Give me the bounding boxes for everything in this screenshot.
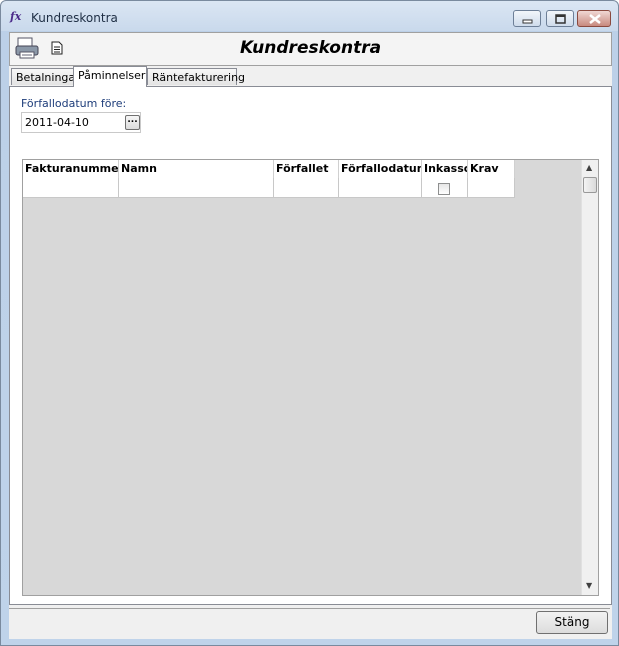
tab-betalningar[interactable]: Betalningar xyxy=(11,68,80,85)
tab-rantefakturering[interactable]: Räntefakturering xyxy=(147,68,245,85)
cell-inkasso xyxy=(422,178,468,198)
column-header-krav[interactable]: Krav xyxy=(468,160,515,178)
maximize-icon xyxy=(555,14,566,24)
column-header-forfallodatum[interactable]: Förfallodatum xyxy=(339,160,422,178)
column-header-fakturanummer[interactable]: Fakturanummer xyxy=(23,160,119,178)
scroll-up-icon[interactable]: ▲ xyxy=(586,163,592,172)
scroll-down-icon[interactable]: ▼ xyxy=(586,581,592,590)
date-picker-button[interactable]: ... xyxy=(125,115,140,130)
app-logo-icon: fx xyxy=(10,10,22,23)
tab-paminnelser[interactable]: Påminnelser xyxy=(73,66,147,87)
cell-forfallet[interactable] xyxy=(274,178,339,198)
maximize-button[interactable] xyxy=(546,10,574,27)
inkasso-checkbox[interactable] xyxy=(438,183,450,195)
column-header-namn[interactable]: Namn xyxy=(119,160,274,178)
close-icon xyxy=(589,14,601,24)
page-title: Kundreskontra xyxy=(239,38,382,58)
reminders-panel: Förfallodatum före: 2011-04-10 ... Faktu… xyxy=(9,86,612,605)
cell-krav[interactable] xyxy=(468,178,515,198)
app-window: fx Kundreskontra Kundreskontra Betalning… xyxy=(0,0,619,646)
minimize-button[interactable] xyxy=(513,10,541,27)
cell-forfallodatum[interactable] xyxy=(339,178,422,198)
column-header-inkasso[interactable]: Inkasso xyxy=(422,160,468,178)
close-window-button[interactable] xyxy=(577,10,611,27)
reminders-grid[interactable]: Fakturanummer Namn Förfallet Förfallodat… xyxy=(22,159,599,596)
footer-bar: Stäng xyxy=(9,608,610,639)
minimize-icon xyxy=(522,19,533,24)
cell-fakturanummer[interactable] xyxy=(23,178,119,198)
close-button[interactable]: Stäng xyxy=(536,611,608,634)
vertical-scrollbar[interactable]: ▲ ▼ xyxy=(581,160,598,595)
cell-namn[interactable] xyxy=(119,178,274,198)
client-area: Kundreskontra Betalningar Påminnelser Rä… xyxy=(9,32,612,639)
column-header-forfallet[interactable]: Förfallet xyxy=(274,160,339,178)
due-date-value[interactable]: 2011-04-10 xyxy=(25,116,89,129)
title-bar[interactable]: fx Kundreskontra xyxy=(1,1,618,33)
toolbar: Kundreskontra xyxy=(9,32,612,66)
due-date-field[interactable]: 2011-04-10 ... xyxy=(21,112,141,133)
window-title: Kundreskontra xyxy=(31,11,118,25)
due-date-label: Förfallodatum före: xyxy=(21,97,127,110)
scroll-thumb[interactable] xyxy=(583,177,597,193)
